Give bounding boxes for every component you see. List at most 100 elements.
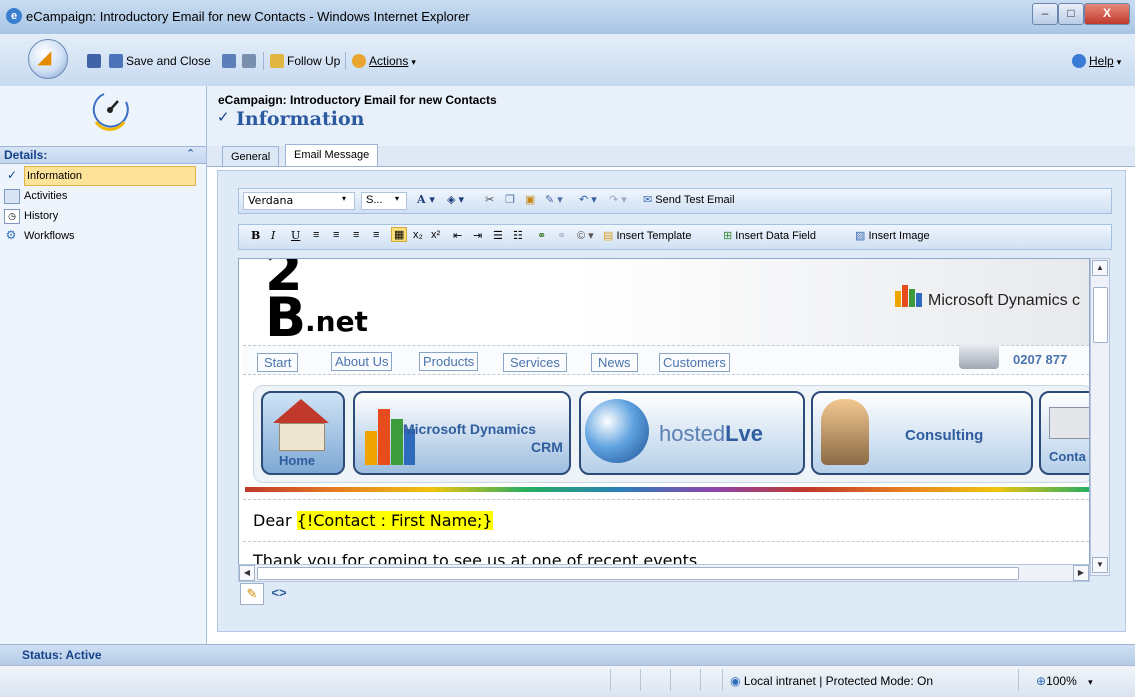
tab-email-message[interactable]: Email Message [285,144,379,167]
crm-banner-line2: CRM [531,439,563,455]
help-icon [1072,54,1086,68]
copyright-icon[interactable]: © ▾ [577,229,594,242]
nav-item-information[interactable]: ✓ Information [7,166,196,186]
scroll-up-icon[interactable]: ▲ [1092,260,1108,276]
horizontal-scrollbar[interactable]: ◀ ▶ [238,564,1090,582]
chevron-down-icon: ▾ [395,194,400,203]
decrease-indent-icon[interactable]: ⇤ [453,229,462,242]
horizontal-scroll-thumb[interactable] [257,567,1019,580]
align-left-icon[interactable]: ≡ [313,229,319,241]
rainbow-divider [245,487,1089,492]
send-test-email-button[interactable]: ✉ Send Test Email [643,193,735,206]
envelope-icon [1049,407,1089,439]
align-center-icon[interactable]: ≡ [333,229,339,241]
insert-data-field-button[interactable]: ⊞ Insert Data Field [723,229,816,242]
crm-orb-button[interactable]: ◢ [28,39,68,79]
close-button[interactable]: X [1084,3,1130,25]
insert-template-label: Insert Template [616,230,692,242]
paste-icon[interactable]: ▣ [525,193,535,206]
subscript-icon[interactable]: x₂ [413,229,423,241]
hyperlink-icon[interactable]: ⚭ [537,229,546,242]
crm-banner[interactable]: Microsoft Dynamics CRM [353,391,571,475]
zoom-icon: ⊕ [1036,674,1047,688]
menu-start[interactable]: Start [257,353,299,372]
unlink-icon[interactable]: ⚭ [557,229,566,242]
format-painter-icon[interactable]: ✎ ▾ [545,193,563,206]
justify-icon[interactable]: ≡ [373,229,379,241]
insert-template-button[interactable]: ▤ Insert Template [603,229,691,242]
maximize-button[interactable]: □ [1058,3,1084,25]
merge-field-first-name[interactable]: {!Contact : First Name;} [296,511,493,530]
scroll-left-icon[interactable]: ◀ [239,565,255,581]
menu-products[interactable]: Products [419,352,479,371]
cut-icon[interactable]: ✂ [485,193,494,206]
html-view-code-icon[interactable]: <> [268,583,290,603]
undo-icon[interactable]: ↶ ▾ [579,193,597,206]
nav-item-activities[interactable]: Activities [4,187,67,205]
italic-button[interactable]: I [271,229,275,242]
microsoft-dynamics-logo-icon [895,281,925,307]
highlight-color-button[interactable]: ◈ ▾ [447,193,464,206]
bold-button[interactable]: B [251,229,260,242]
zoom-control[interactable]: ⊕100% ▾ [1036,674,1093,688]
nav-item-workflows[interactable]: ⚙ Workflows [6,227,75,245]
font-family-select[interactable]: Verdana ▾ [243,192,355,210]
superscript-icon[interactable]: x² [431,229,440,241]
background-fill-icon[interactable]: ▦ [391,227,408,242]
font-size-select[interactable]: S... ▾ [361,192,407,210]
bulleted-list-icon[interactable]: ☷ [513,229,523,242]
redo-icon[interactable]: ↷ ▾ [609,193,627,206]
actions-menu-button[interactable]: Actions ▾ [352,53,416,69]
hosted-live-banner[interactable]: hostedLve [579,391,805,475]
nav-item-label: History [24,210,59,222]
details-section-header[interactable]: Details: ⌃ [0,146,206,164]
save-new-button[interactable] [222,53,239,69]
insert-image-button[interactable]: ▨ Insert Image [855,229,930,242]
save-button[interactable] [87,53,104,69]
menu-about-us[interactable]: About Us [331,352,393,371]
home-banner[interactable]: Home [261,391,345,475]
numbered-list-icon[interactable]: ☰ [493,229,503,242]
tab-general[interactable]: General [222,146,280,167]
chevron-down-icon: ▾ [1088,677,1093,687]
increase-indent-icon[interactable]: ⇥ [473,229,482,242]
print-button[interactable] [242,53,259,69]
vertical-scrollbar[interactable]: ▲ ▼ [1090,258,1110,576]
security-zone[interactable]: ◉ Local intranet | Protected Mode: On [730,674,933,688]
design-view-pencil-icon[interactable]: ✎ [240,583,264,605]
follow-up-button[interactable]: Follow Up [270,53,340,69]
save-close-icon [109,54,123,68]
logo-suffix: .net [305,305,368,338]
details-label: Details: [4,148,48,162]
minimize-button[interactable]: – [1032,3,1058,25]
font-color-button[interactable]: A ▾ [417,193,435,206]
underline-button[interactable]: U [291,229,300,242]
email-body-editor[interactable]: 2 B .net Microsoft Dynamics c Start Abou… [238,258,1090,568]
help-button[interactable]: Help ▾ [1072,53,1121,69]
menu-services[interactable]: Services [503,353,567,372]
title-bar: e eCampaign: Introductory Email for new … [0,0,1135,35]
scroll-right-icon[interactable]: ▶ [1073,565,1089,581]
save-and-close-button[interactable]: Save and Close [109,53,211,69]
nav-item-history[interactable]: ◷ History [4,207,59,225]
scroll-down-icon[interactable]: ▼ [1092,557,1108,573]
align-right-icon[interactable]: ≡ [353,229,359,241]
image-icon: ▨ [855,230,869,242]
phone-number: 0207 877 [1013,352,1068,367]
greeting-word: Dear [253,511,292,530]
house-icon [273,399,329,423]
menu-news[interactable]: News [591,353,638,372]
toolbar-separator [345,52,346,70]
vertical-scroll-thumb[interactable] [1093,287,1108,343]
toolbar-separator [263,52,264,70]
contact-banner[interactable]: Conta [1039,391,1089,475]
follow-up-icon [270,54,284,68]
menu-customers[interactable]: Customers [659,353,730,372]
consultant-icon [821,399,869,465]
consulting-banner[interactable]: Consulting [811,391,1033,475]
dynamics-logo-icon: ◢ [38,48,52,67]
collapse-chevron-icon[interactable]: ⌃ [186,147,195,160]
copy-icon[interactable]: ❐ [505,193,515,206]
insert-image-label: Insert Image [868,230,930,242]
email-greeting[interactable]: Dear {!Contact : First Name;} [253,511,493,530]
